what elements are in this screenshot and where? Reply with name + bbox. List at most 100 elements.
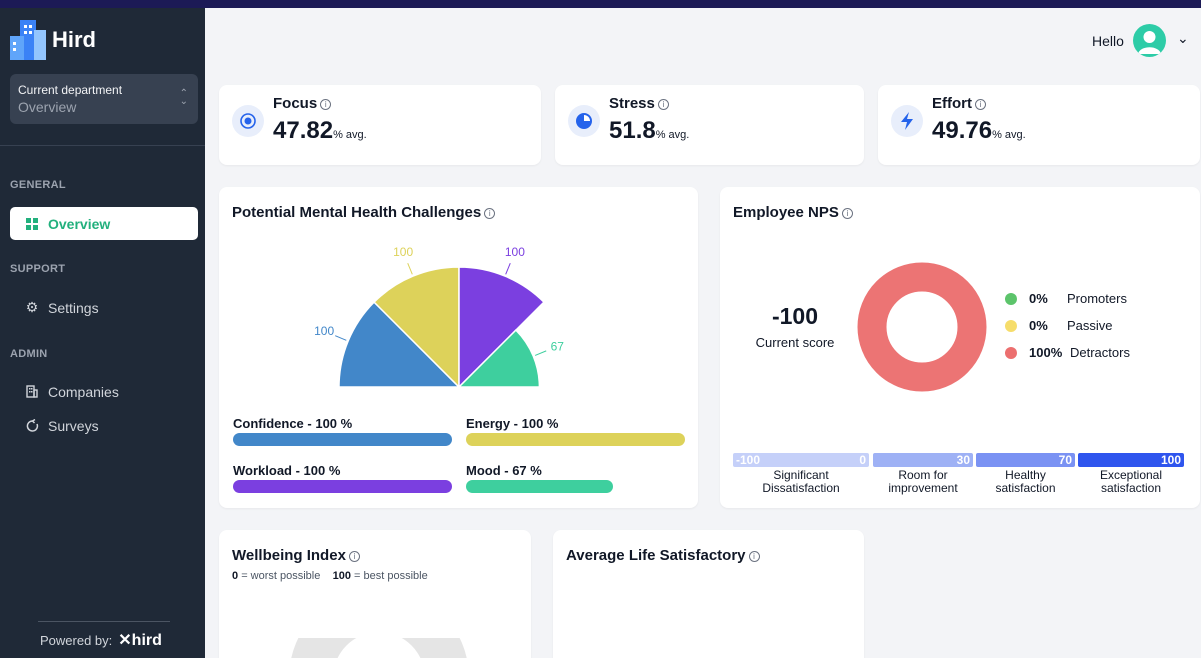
chevron-down-icon[interactable]: ⌄: [1177, 30, 1189, 47]
section-admin: ADMIN: [10, 348, 48, 360]
stress-icon: [568, 105, 600, 137]
sidebar-item-companies[interactable]: Companies: [10, 375, 198, 408]
survey-icon: [24, 419, 40, 432]
stat-title: Focus: [273, 95, 318, 112]
legend-label: Detractors: [1070, 345, 1130, 360]
info-icon[interactable]: i: [657, 99, 669, 110]
sidebar-item-label: Companies: [48, 383, 119, 400]
stat-card-stress: Stress i 51.8% avg.: [555, 85, 864, 165]
user-icon: [1138, 31, 1161, 54]
legend-pct: 100%: [1029, 345, 1063, 360]
bar-label-confidence: Confidence - 100 %: [233, 416, 353, 431]
greeting: Hello: [1092, 33, 1124, 49]
nps-scale-healthy-satisfaction: 70: [976, 453, 1075, 467]
detractors-dot-icon: [1005, 346, 1017, 359]
sidebar-item-label: Settings: [48, 299, 99, 316]
stat-card-effort: Effort i 49.76% avg.: [878, 85, 1200, 165]
department-value: Overview: [18, 99, 77, 115]
gear-icon: ⚙: [25, 299, 39, 315]
polar-label-line: [505, 263, 511, 275]
stat-value: 51.8: [609, 117, 656, 144]
focus-icon: [232, 105, 264, 137]
logo[interactable]: Hird: [10, 20, 96, 60]
sidebar-item-label: Surveys: [48, 417, 99, 434]
legend-pct: 0%: [1029, 291, 1048, 306]
sidebar: Hird Current department Overview ⌃ ⌄ GENE…: [0, 8, 205, 658]
mental-health-card: Potential Mental Health Challenges i 100 1…: [219, 187, 698, 508]
powered-by-brand[interactable]: ✕hird: [118, 630, 162, 650]
bar-mood: [466, 480, 613, 493]
bar-label-energy: Energy - 100 %: [466, 416, 559, 431]
sidebar-item-settings[interactable]: ⚙ Settings: [10, 291, 198, 324]
stat-unit: % avg.: [655, 129, 690, 141]
polar-value-label: 100: [505, 245, 525, 259]
app-frame: Hird Current department Overview ⌃ ⌄ GENE…: [0, 8, 1201, 658]
donut-detractors[interactable]: [857, 262, 987, 392]
up-down-chevron-icon: ⌃ ⌄: [179, 88, 188, 107]
info-icon[interactable]: i: [841, 208, 853, 219]
nps-scale-significant-dissatisfaction: -100 0: [733, 453, 869, 467]
stat-card-focus: Focus i 47.82% avg.: [219, 85, 541, 165]
polar-label-line: [335, 335, 347, 341]
wellbeing-scale-hint: 0 = worst possible 100 = best possible: [232, 570, 428, 582]
nps-scale-label: Healthy satisfaction: [995, 468, 1056, 495]
stat-value: 49.76: [932, 117, 993, 144]
department-selector[interactable]: Current department Overview ⌃ ⌄: [10, 74, 198, 124]
card-title: Wellbeing Index: [232, 547, 346, 564]
info-icon[interactable]: i: [484, 208, 496, 219]
nps-donut-chart: [857, 262, 987, 392]
stat-value: 47.82: [273, 117, 334, 144]
hird-mark-icon: ✕: [118, 632, 132, 649]
info-icon[interactable]: i: [975, 99, 986, 110]
polar-label-line: [407, 263, 413, 275]
nps-scale-label: Room for improvement: [888, 468, 958, 495]
legend-promoters: 0% Promoters: [1005, 291, 1127, 306]
wellbeing-gauge: [291, 638, 467, 658]
nps-scale-room-for-improvement: 30: [873, 453, 973, 467]
polar-value-label: 100: [393, 245, 413, 259]
nps-score-label: Current score: [755, 335, 835, 350]
info-icon[interactable]: i: [320, 99, 332, 110]
section-support: SUPPORT: [10, 263, 66, 275]
card-title: Employee NPS: [733, 204, 839, 221]
sidebar-item-overview[interactable]: Overview: [10, 207, 198, 240]
building-icon: [24, 385, 40, 398]
sidebar-divider: [0, 145, 205, 146]
sidebar-item-surveys[interactable]: Surveys: [10, 409, 198, 442]
legend-pct: 0%: [1029, 318, 1048, 333]
polar-label-line: [534, 350, 547, 356]
average-life-satisfactory-card: Average Life Satisfactory i: [553, 530, 864, 658]
avatar[interactable]: [1133, 24, 1166, 57]
nps-score-block: -100 Current score: [750, 303, 840, 350]
powered-by: Powered by: ✕hird: [40, 630, 162, 650]
bar-energy: [466, 433, 685, 446]
polar-value-label: 100: [314, 324, 334, 338]
sidebar-item-label: Overview: [48, 215, 111, 232]
promoters-dot-icon: [1005, 292, 1017, 305]
bolt-icon: [891, 105, 923, 137]
info-icon[interactable]: i: [348, 551, 360, 562]
powered-by-label: Powered by:: [40, 632, 113, 648]
stat-unit: % avg.: [992, 129, 1026, 141]
grid-icon: [24, 217, 40, 230]
legend-label: Promoters: [1067, 291, 1127, 306]
legend-detractors: 100% Detractors: [1005, 345, 1130, 360]
department-label: Current department: [18, 83, 123, 97]
nps-scale-exceptional-satisfaction: 100: [1078, 453, 1184, 467]
section-general: GENERAL: [10, 179, 66, 191]
powered-divider: [38, 621, 170, 622]
legend-passive: 0% Passive: [1005, 318, 1113, 333]
building-logo-icon: [10, 20, 46, 60]
stat-title: Stress: [609, 95, 655, 112]
nps-score: -100: [771, 303, 819, 329]
bar-label-workload: Workload - 100 %: [233, 463, 341, 478]
mental-health-polar-chart: 100 100 100 67: [314, 245, 564, 389]
bar-workload: [233, 480, 452, 493]
stat-title: Effort: [932, 95, 972, 112]
employee-nps-card: Employee NPS i -100 Current score 0% Prom…: [720, 187, 1200, 508]
info-icon[interactable]: i: [748, 551, 760, 562]
stat-unit: % avg.: [333, 129, 367, 141]
wellbeing-index-card: Wellbeing Index i 0 = worst possible 100 …: [219, 530, 531, 658]
app-name: Hird: [52, 27, 96, 52]
card-title: Average Life Satisfactory: [566, 547, 746, 564]
